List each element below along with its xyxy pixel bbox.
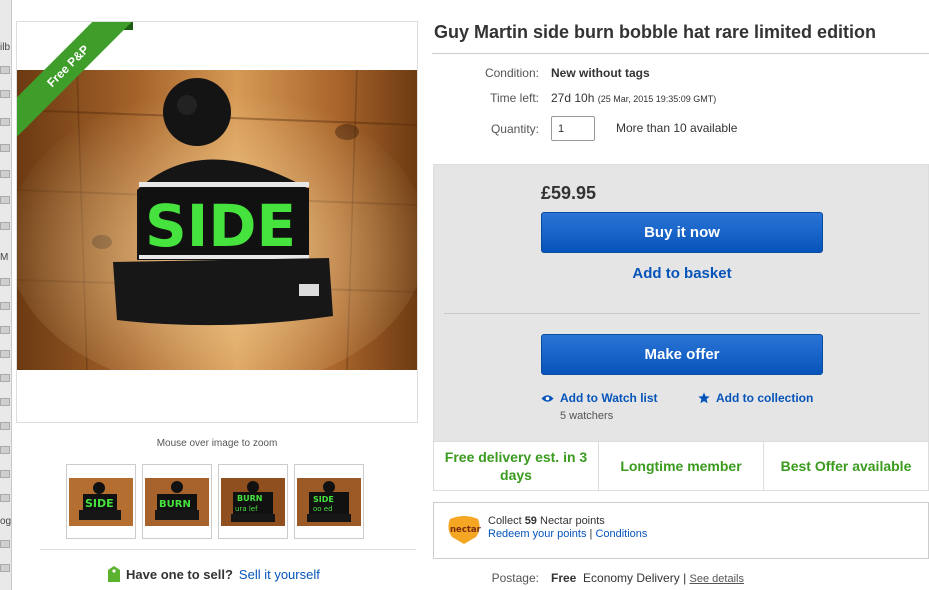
buy-box: £59.95 Buy it now Add to basket Make off… bbox=[433, 164, 929, 442]
sliver-icon bbox=[0, 350, 10, 358]
quantity-input[interactable] bbox=[551, 116, 595, 141]
postage-value: Free bbox=[551, 571, 577, 585]
sliver-icon bbox=[0, 564, 10, 572]
watch-label: Add to Watch list bbox=[560, 391, 658, 405]
postage-service: Economy Delivery bbox=[583, 571, 680, 585]
sliver-icon bbox=[0, 278, 10, 286]
ribbon-label: Free P&P bbox=[17, 22, 137, 137]
postage-separator: | bbox=[683, 571, 687, 585]
sell-it-yourself-link[interactable]: Sell it yourself bbox=[239, 567, 320, 582]
condition-label: Condition: bbox=[484, 66, 539, 80]
sliver-icon bbox=[0, 144, 10, 152]
divider bbox=[40, 549, 416, 550]
sliver-icon bbox=[0, 66, 10, 74]
feature-free-delivery: Free delivery est. in 3 days bbox=[434, 442, 599, 490]
sliver-icon bbox=[0, 302, 10, 310]
sliver-text: ilb bbox=[0, 42, 11, 53]
sliver-text: M bbox=[0, 252, 9, 263]
free-postage-ribbon: Free P&P bbox=[17, 22, 137, 142]
time-left-label: Time left: bbox=[490, 91, 539, 105]
sliver-icon bbox=[0, 422, 10, 430]
nectar-logo-text: nectar bbox=[450, 525, 482, 535]
listing-page: ilb M og SIDE Free P&P Mouse over image … bbox=[0, 0, 929, 590]
svg-text:oo ed: oo ed bbox=[313, 505, 333, 513]
svg-text:SIDE: SIDE bbox=[313, 495, 334, 504]
svg-text:SIDE: SIDE bbox=[85, 497, 114, 510]
svg-text:BURN: BURN bbox=[159, 499, 191, 510]
nectar-collect-suffix: Nectar points bbox=[536, 515, 605, 527]
sliver-icon bbox=[0, 326, 10, 334]
sell-prompt: Have one to sell? Sell it yourself bbox=[108, 566, 320, 582]
sliver-icon bbox=[0, 374, 10, 382]
thumbnail-1[interactable]: SIDE bbox=[66, 464, 136, 539]
redeem-points-link[interactable]: Redeem your points bbox=[488, 528, 586, 540]
divider bbox=[432, 53, 929, 54]
buy-it-now-button[interactable]: Buy it now bbox=[541, 212, 823, 253]
nectar-points-box: nectar Collect 59 Nectar points Redeem y… bbox=[433, 502, 929, 559]
svg-text:BURN: BURN bbox=[237, 494, 262, 503]
divider bbox=[444, 313, 920, 314]
add-to-basket-link[interactable]: Add to basket bbox=[541, 265, 823, 282]
time-left: 27d 10h (25 Mar, 2015 19:35:09 GMT) bbox=[551, 91, 716, 105]
postage-info: Free Economy Delivery | See details bbox=[551, 571, 744, 585]
sliver-icon bbox=[0, 222, 10, 230]
watcher-count: 5 watchers bbox=[560, 410, 614, 422]
feature-longtime-member: Longtime member bbox=[599, 442, 764, 490]
see-details-link[interactable]: See details bbox=[690, 573, 744, 585]
thumbnail-image: BURN ura lef bbox=[221, 477, 285, 526]
make-offer-button[interactable]: Make offer bbox=[541, 334, 823, 375]
availability-text: More than 10 available bbox=[616, 121, 738, 135]
thumbnail-3[interactable]: BURN ura lef bbox=[218, 464, 288, 539]
sell-question: Have one to sell? bbox=[126, 566, 233, 582]
sliver-icon bbox=[0, 90, 10, 98]
feature-best-offer: Best Offer available bbox=[780, 458, 912, 474]
nectar-points-count: 59 bbox=[524, 515, 537, 527]
thumbnail-strip: SIDE BURN BURN ura lef SIDE oo ed bbox=[66, 464, 364, 540]
sliver-icon bbox=[0, 398, 10, 406]
sliver-icon bbox=[0, 494, 10, 502]
conditions-link[interactable]: Conditions bbox=[595, 528, 647, 540]
collection-label: Add to collection bbox=[716, 391, 814, 405]
background-window-edge: ilb M og bbox=[0, 0, 12, 590]
zoom-hint: Mouse over image to zoom bbox=[156, 438, 278, 449]
sliver-icon bbox=[0, 540, 10, 548]
hat-print-text: SIDE bbox=[145, 192, 296, 260]
condition-value: New without tags bbox=[551, 66, 650, 80]
sliver-icon bbox=[0, 170, 10, 178]
thumbnail-image: SIDE bbox=[69, 477, 133, 526]
quantity-label: Quantity: bbox=[490, 122, 539, 136]
svg-text:ura lef: ura lef bbox=[235, 505, 258, 513]
thumbnail-image: SIDE oo ed bbox=[297, 477, 361, 526]
nectar-logo: nectar bbox=[448, 516, 482, 544]
link-separator: | bbox=[589, 528, 593, 540]
nectar-collect-text: Collect 59 Nectar points bbox=[488, 515, 605, 527]
nectar-collect-prefix: Collect bbox=[488, 515, 525, 527]
nectar-links: Redeem your points | Conditions bbox=[488, 528, 647, 540]
sliver-text: og bbox=[0, 516, 12, 527]
star-icon bbox=[698, 392, 710, 404]
time-left-detail: (25 Mar, 2015 19:35:09 GMT) bbox=[597, 94, 717, 104]
thumbnail-image: BURN bbox=[145, 477, 209, 526]
sliver-icon bbox=[0, 118, 10, 126]
time-left-value: 27d 10h bbox=[551, 91, 595, 105]
price-tag-icon bbox=[108, 566, 120, 582]
thumbnail-2[interactable]: BURN bbox=[142, 464, 212, 539]
postage-label: Postage: bbox=[491, 571, 539, 585]
thumbnail-4[interactable]: SIDE oo ed bbox=[294, 464, 364, 539]
add-to-watch-list-link[interactable]: Add to Watch list bbox=[541, 391, 658, 405]
add-to-collection-link[interactable]: Add to collection bbox=[698, 391, 813, 405]
sliver-icon bbox=[0, 196, 10, 204]
main-image-panel[interactable]: SIDE Free P&P bbox=[16, 21, 418, 423]
price: £59.95 bbox=[541, 183, 597, 203]
listing-title: Guy Martin side burn bobble hat rare lim… bbox=[434, 22, 877, 42]
feature-badges: Free delivery est. in 3 days Longtime me… bbox=[433, 442, 929, 491]
sliver-icon bbox=[0, 446, 10, 454]
eye-icon bbox=[541, 394, 554, 402]
sliver-icon bbox=[0, 470, 10, 478]
